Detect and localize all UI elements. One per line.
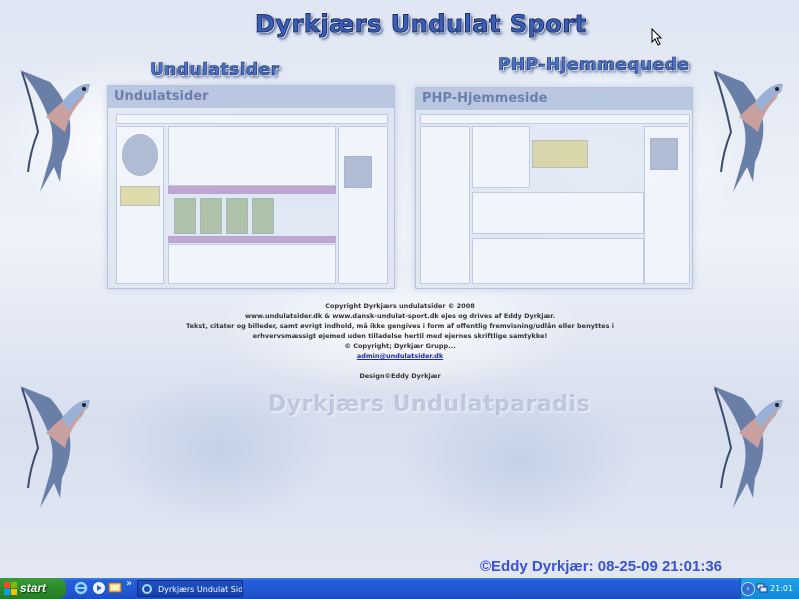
undulatsider-thumbnail[interactable]: Undulatsider bbox=[107, 85, 395, 289]
start-label: start bbox=[20, 581, 47, 595]
thumbnail-bird-photo bbox=[252, 198, 274, 234]
thumbnail-title: PHP-Hjemmeside bbox=[422, 91, 548, 106]
start-button[interactable]: start bbox=[0, 578, 66, 599]
screenshot-stamp: ©Eddy Dyrkjær: 08-25-09 21:01:36 bbox=[480, 558, 723, 575]
bird-icon bbox=[713, 386, 783, 508]
thumbnail-icons bbox=[532, 140, 588, 168]
taskbar-window-label: Dyrkjærs Undulat Sid... bbox=[158, 585, 243, 594]
bird-icon bbox=[713, 70, 783, 192]
thumbnail-left-column bbox=[420, 126, 470, 284]
thumbnail-menu bbox=[420, 114, 690, 124]
undulatsider-link[interactable]: Undulatsider bbox=[150, 60, 280, 81]
taskbar-window-button[interactable]: Dyrkjærs Undulat Sid... bbox=[137, 580, 243, 597]
tray-expand-button[interactable]: ‹ bbox=[741, 582, 755, 596]
internet-explorer-icon[interactable] bbox=[74, 581, 88, 595]
thumbnail-bird-photo bbox=[174, 198, 196, 234]
windows-flag-icon bbox=[4, 582, 17, 595]
thumbnail-content bbox=[472, 238, 644, 284]
thumbnail-bird-photo bbox=[226, 198, 248, 234]
thumbnail-logo bbox=[122, 134, 158, 176]
copyright-line: erhvervsmæssigt øjemed uden tilladelse h… bbox=[252, 332, 548, 340]
thumbnail-portrait bbox=[344, 156, 372, 188]
copyright-block: Copyright Dyrkjærs undulatsider © 2008 w… bbox=[150, 301, 650, 381]
clock[interactable]: 21:01 bbox=[770, 578, 793, 599]
copyright-line: Copyright Dyrkjærs undulatsider © 2008 bbox=[325, 302, 475, 310]
thumbnail-news bbox=[472, 126, 530, 188]
taskbar: start » Dyrkjærs Undulat Sid... ‹ 21:01 bbox=[0, 578, 799, 599]
php-hjemmeside-link[interactable]: PHP-Hjemmequede bbox=[498, 55, 690, 76]
site-title: Dyrkjærs Undulat Sport bbox=[255, 10, 587, 39]
mouse-cursor-icon bbox=[651, 28, 663, 46]
watermark-text: Dyrkjærs Undulatparadis bbox=[268, 392, 591, 417]
design-credit: Design©Eddy Dyrkjær bbox=[359, 372, 441, 380]
bird-icon bbox=[20, 386, 90, 508]
bird-icon bbox=[20, 70, 90, 192]
thumbnail-content bbox=[472, 192, 644, 234]
thumbnail-icons bbox=[120, 186, 160, 206]
copyright-line: www.undulatsider.dk & www.dansk-undulat-… bbox=[244, 312, 556, 320]
thumbnail-bar bbox=[168, 186, 336, 194]
thumbnail-bird-photo bbox=[200, 198, 222, 234]
copyright-line: Tekst, citater og billeder, samt øvrigt … bbox=[186, 322, 614, 330]
browser-task-icon bbox=[142, 584, 152, 594]
system-tray: ‹ 21:01 bbox=[740, 578, 799, 599]
copyright-line: © Copyright; Dyrkjær Grupp... bbox=[344, 342, 456, 350]
email-link[interactable]: admin@undulatsider.dk bbox=[357, 352, 443, 360]
show-desktop-icon[interactable] bbox=[108, 581, 122, 595]
php-hjemmeside-thumbnail[interactable]: PHP-Hjemmeside bbox=[415, 87, 693, 289]
network-tray-icon[interactable] bbox=[756, 582, 768, 594]
media-player-icon[interactable] bbox=[92, 581, 106, 595]
thumbnail-title: Undulatsider bbox=[114, 89, 209, 104]
thumbnail-content bbox=[168, 244, 336, 284]
thumbnail-portrait bbox=[650, 138, 678, 170]
quick-launch-chevron[interactable]: » bbox=[126, 578, 132, 589]
thumbnail-bar bbox=[168, 236, 336, 243]
thumbnail-intro bbox=[168, 126, 336, 186]
thumbnail-menu bbox=[116, 114, 388, 124]
thumbnail-right-column bbox=[338, 126, 388, 284]
